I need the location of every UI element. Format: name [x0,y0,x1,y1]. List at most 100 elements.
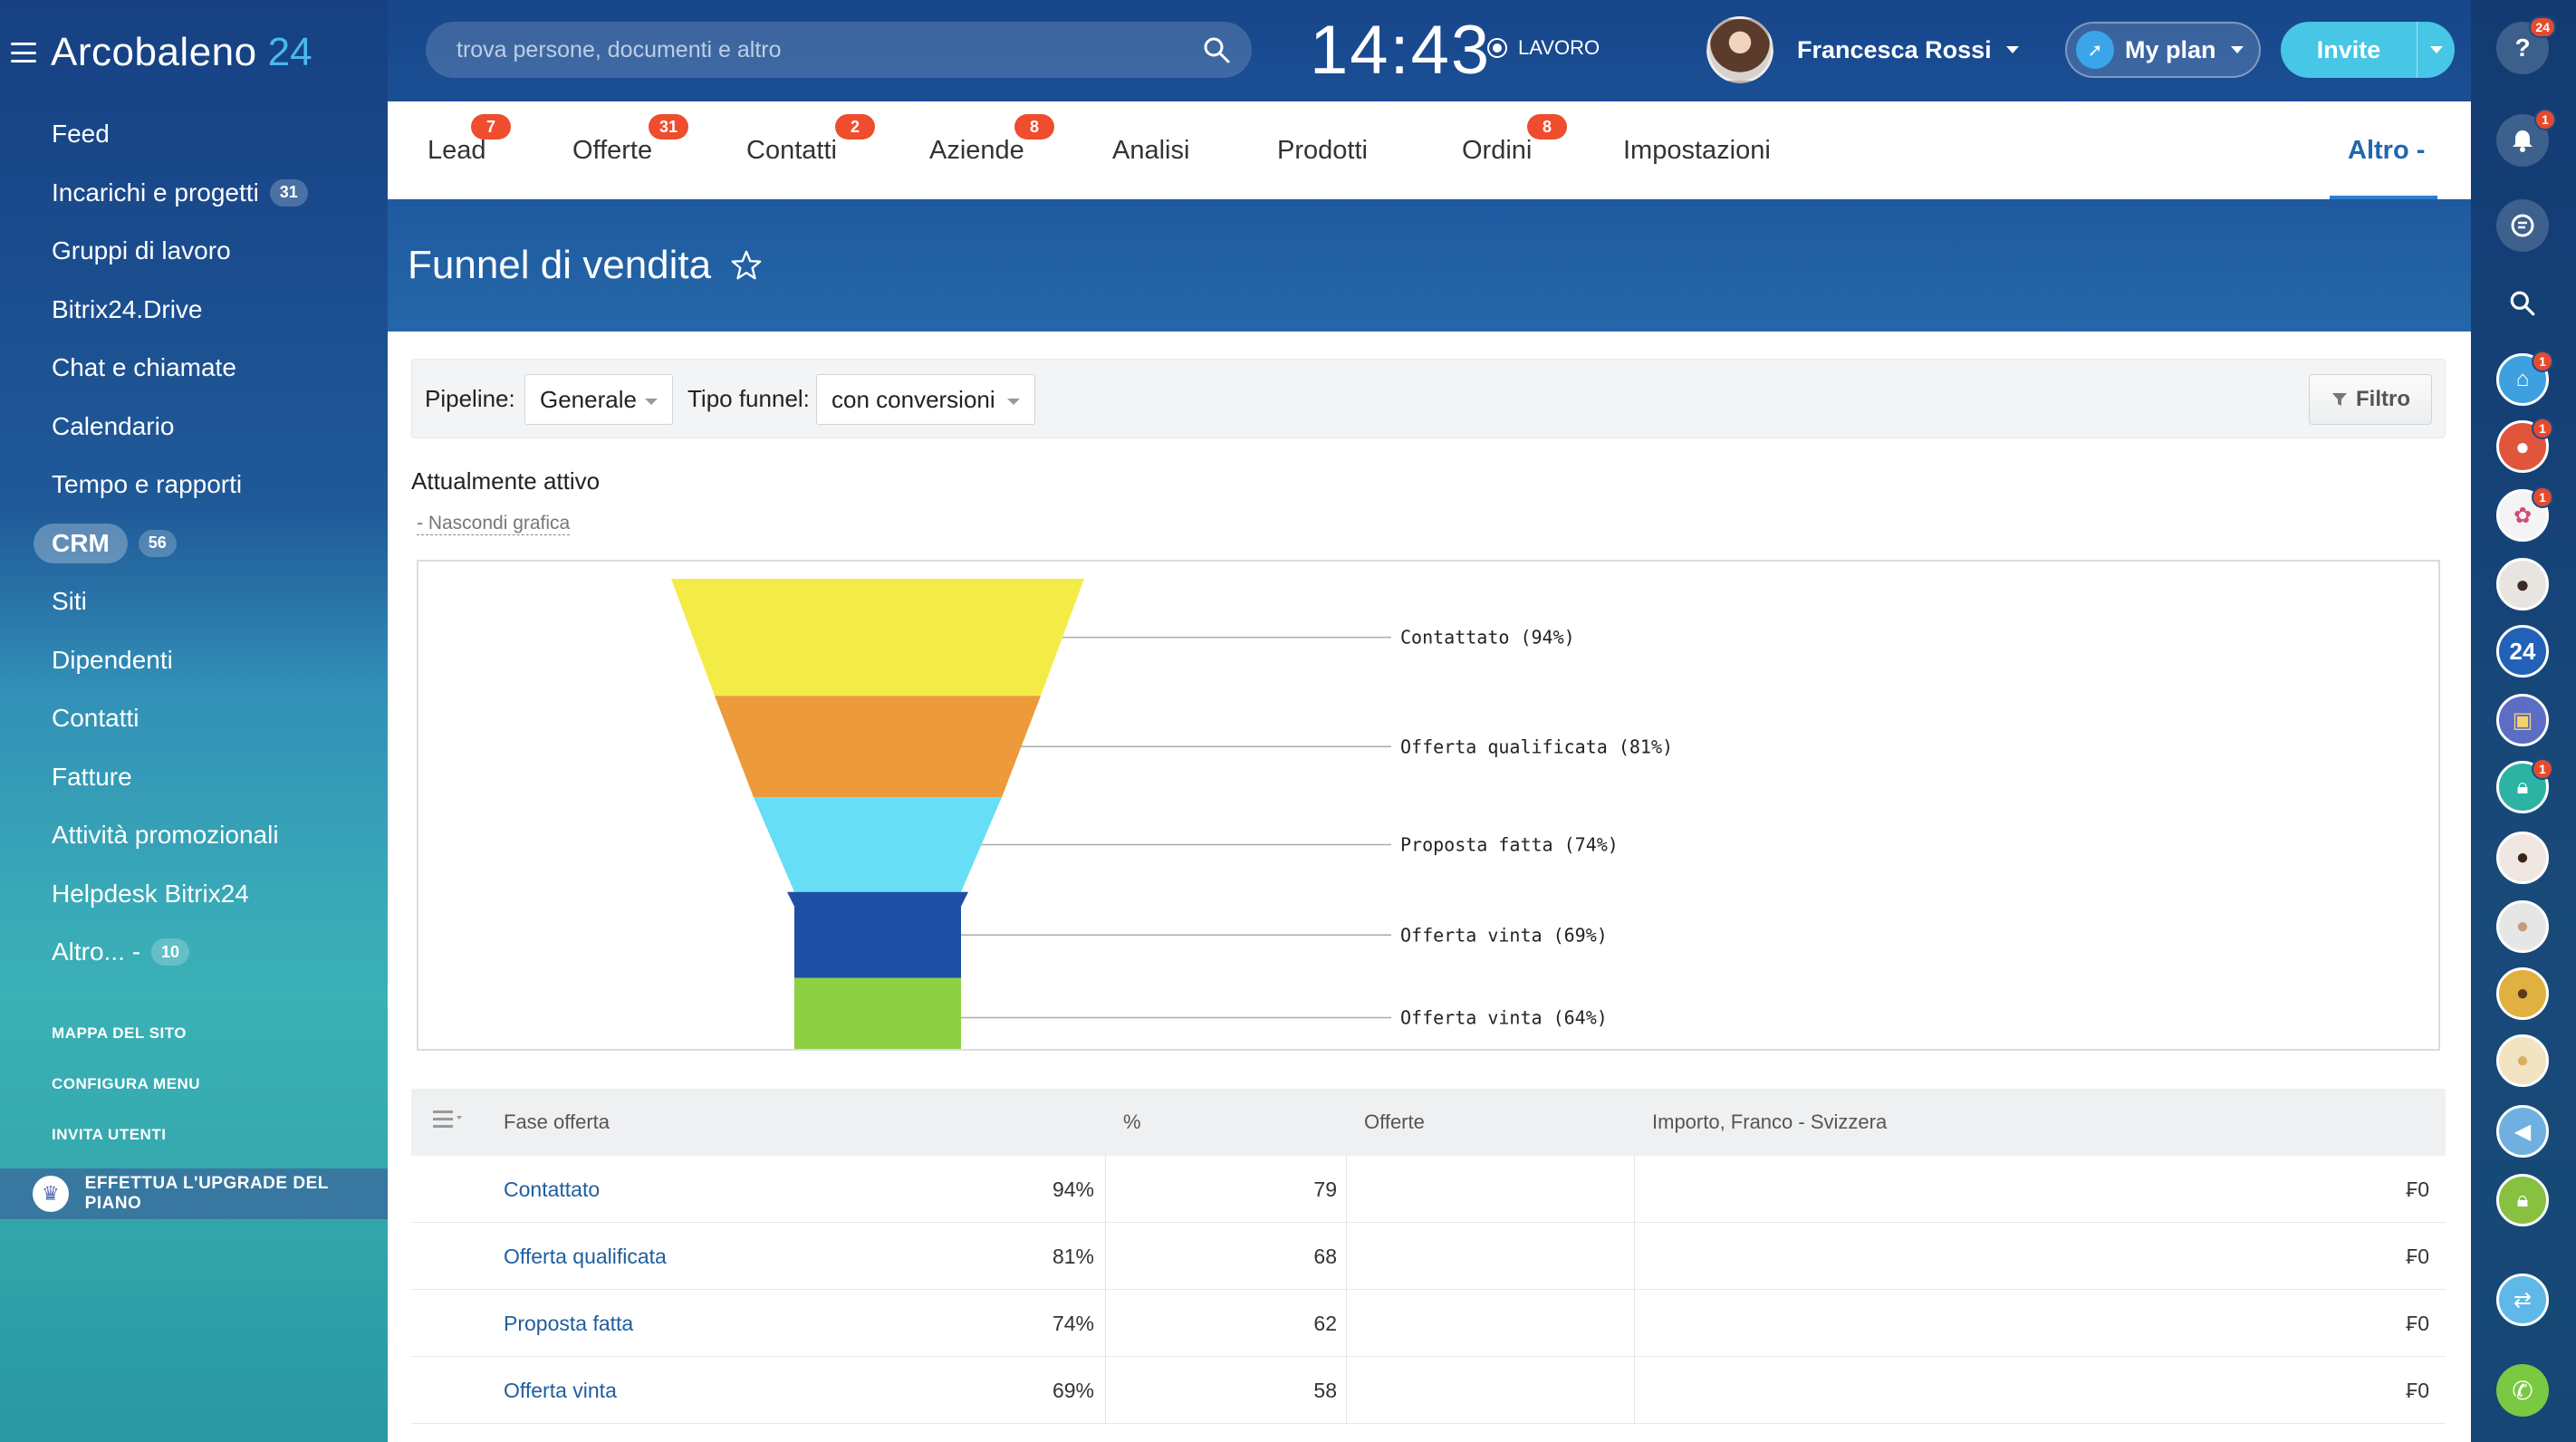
left-sidebar: Arcobaleno 24 Feed Incarichi e progetti 3… [0,0,388,1442]
sidebar-item-tasks[interactable]: Incarichi e progetti 31 [0,164,388,223]
open-channel-button[interactable]: ⌂ 1 [2496,351,2553,406]
bell-icon [2513,130,2533,152]
notifications-button[interactable]: 1 [2496,109,2556,167]
sidebar-item-label: CRM [34,523,128,563]
phone-icon: ✆ [2512,1376,2533,1405]
lock-icon: 🔒︎ [2516,774,2529,799]
site-map-link[interactable]: MAPPA DEL SITO [52,1024,187,1043]
locked-chat-button[interactable]: 🔒︎ [2496,1174,2549,1226]
sidebar-item-label: Attività promozionali [52,821,279,850]
megaphone-icon: ◀ [2514,1119,2532,1144]
funnel-type-select[interactable]: con conversioni [816,374,1035,425]
tab-lead[interactable]: Lead 7 [428,101,511,199]
sidebar-item-contacts[interactable]: Contatti [0,689,388,748]
chat-button[interactable] [2496,199,2549,252]
group-chat-button[interactable]: ✿ 1 [2496,486,2553,542]
announcements-button[interactable]: ◀ [2496,1105,2549,1158]
my-plan-label: My plan [2125,35,2216,63]
table-settings-icon[interactable] [433,1109,464,1130]
configure-menu-link[interactable]: CONFIGURA MENU [52,1075,200,1093]
contact-button[interactable]: ● 1 [2496,418,2553,473]
stage-link[interactable]: Proposta fatta [504,1312,633,1336]
tab-ordini[interactable]: Ordini 8 [1462,101,1567,199]
chat-icon [2511,214,2534,237]
sidebar-item-sites[interactable]: Siti [0,572,388,631]
chevron-down-icon [2005,46,2019,53]
tab-contatti[interactable]: Contatti 2 [746,101,875,199]
sidebar-item-more[interactable]: Altro... - 10 [0,923,388,982]
user-menu[interactable]: Francesca Rossi [1706,16,2019,83]
upgrade-plan-button[interactable]: ♛ EFFETTUA L'UPGRADE DEL PIANO [0,1168,388,1219]
sidebar-item-label: Tempo e rapporti [52,470,243,499]
tab-prodotti[interactable]: Prodotti [1277,101,1368,199]
menu-icon[interactable] [11,43,36,62]
invite-button[interactable]: Invite [2281,22,2455,78]
sidebar-item-label: Siti [52,587,87,616]
avatar[interactable]: ● [2496,1034,2549,1087]
tab-badge: 8 [1014,114,1054,139]
sidebar-item-chat[interactable]: Chat e chiamate [0,339,388,398]
avatar[interactable]: ● [2496,900,2549,953]
sidebar-item-time-reports[interactable]: Tempo e rapporti [0,456,388,514]
user-icon: ● [2515,432,2530,460]
avatar[interactable] [1706,16,1773,83]
sidebar-item-crm[interactable]: CRM 56 [0,514,388,573]
tab-offerte[interactable]: Offerte 31 [572,101,688,199]
work-status-label: LAVORO [1518,36,1600,59]
stage-link[interactable]: Contattato [504,1178,600,1202]
bitrix24-chat-button[interactable]: 24 [2496,625,2549,678]
hide-chart-link[interactable]: - Nascondi grafica [417,513,571,535]
tab-badge: 8 [1527,114,1567,139]
filter-button[interactable]: Filtro [2309,374,2432,425]
funnel-label: Offerta qualificata (81%) [1400,735,1673,757]
work-status[interactable]: LAVORO [1487,36,1600,60]
transfer-button[interactable]: ⇄ [2496,1274,2549,1326]
tab-badge: 7 [471,114,511,139]
help-button[interactable]: ? 24 [2496,16,2556,74]
pipeline-select[interactable]: Generale [524,374,673,425]
search-rail-button[interactable] [2496,277,2549,330]
sidebar-item-employees[interactable]: Dipendenti [0,631,388,690]
brand-number[interactable]: 24 [268,30,312,75]
person-icon: ● [2515,570,2530,598]
avatar[interactable]: ● [2496,558,2549,610]
search-input[interactable] [457,36,1199,63]
sidebar-item-workgroups[interactable]: Gruppi di lavoro [0,222,388,281]
app-badge: 1 [2532,758,2553,780]
column-header[interactable]: % [1123,1110,1141,1134]
crown-icon: ♛ [33,1176,69,1212]
my-plan-button[interactable]: ➚ My plan [2065,22,2261,78]
column-header[interactable]: Fase offerta [504,1110,610,1134]
tab-analisi[interactable]: Analisi [1112,101,1189,199]
user-name[interactable]: Francesca Rossi [1797,36,1992,64]
tab-label: Contatti [746,135,837,165]
tab-aziende[interactable]: Aziende 8 [929,101,1054,199]
tab-impostazioni[interactable]: Impostazioni [1623,101,1771,199]
call-button[interactable]: ✆ [2496,1364,2549,1417]
stage-link[interactable]: Offerta vinta [504,1379,617,1403]
column-header[interactable]: Importo, Franco - Svizzera [1652,1110,1887,1134]
percent-cell: 81% [1052,1245,1094,1268]
sidebar-item-drive[interactable]: Bitrix24.Drive [0,281,388,340]
avatar[interactable]: ● [2496,832,2549,884]
avatar[interactable]: ● [2496,967,2549,1020]
main-panel: Pipeline: Generale Tipo funnel: con conv… [388,332,2471,1442]
sidebar-item-calendar[interactable]: Calendario [0,398,388,457]
search-icon[interactable] [1203,36,1230,63]
chevron-down-icon[interactable] [2430,46,2443,53]
star-icon[interactable] [729,248,764,283]
brand-name[interactable]: Arcobaleno [51,30,257,75]
sidebar-item-marketing[interactable]: Attività promozionali [0,806,388,865]
invite-users-link[interactable]: INVITA UTENTI [52,1126,166,1144]
stage-link[interactable]: Offerta qualificata [504,1245,667,1269]
secure-chat-button[interactable]: 🔒︎ 1 [2496,758,2553,813]
tab-altro[interactable]: Altro - [2330,101,2438,199]
tab-label: Lead [428,135,486,165]
sidebar-item-feed[interactable]: Feed [0,105,388,164]
team-chat-button[interactable]: ▣ [2496,694,2549,746]
sidebar-item-invoices[interactable]: Fatture [0,748,388,807]
app-badge: 1 [2532,418,2553,439]
column-header[interactable]: Offerte [1364,1110,1425,1134]
table-header: Fase offerta % Offerte Importo, Franco -… [411,1089,2446,1156]
sidebar-item-helpdesk[interactable]: Helpdesk Bitrix24 [0,865,388,924]
